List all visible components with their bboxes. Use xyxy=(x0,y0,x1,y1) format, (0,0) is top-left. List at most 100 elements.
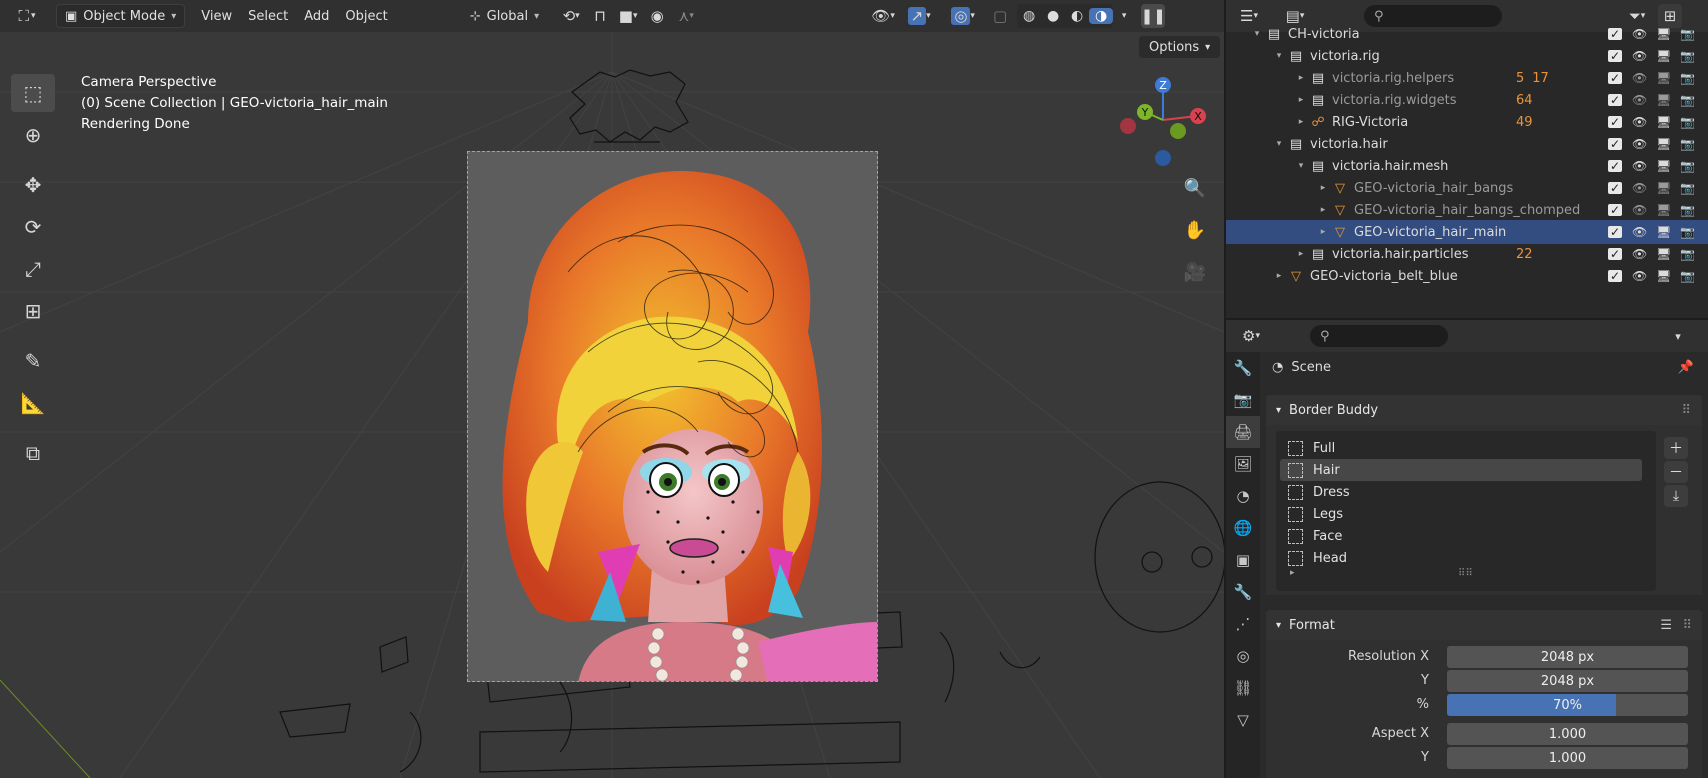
eye-icon[interactable]: 👁 xyxy=(1632,181,1647,195)
proportional-edit-icon[interactable]: ◉ xyxy=(645,4,669,28)
outliner-row[interactable]: ▾ ▤ victoria.rig ✓ 👁 🖥 📷 xyxy=(1226,44,1708,68)
menu-object[interactable]: Object xyxy=(337,4,395,28)
outliner-row[interactable]: ▸ ▤ victoria.rig.widgets 64 ✓ 👁 🖥 📷 xyxy=(1226,88,1708,112)
world-tab-icon[interactable]: 🌐 xyxy=(1226,512,1260,544)
render-camera-icon[interactable]: 📷 xyxy=(1680,203,1695,217)
border-list-item[interactable]: Dress xyxy=(1280,481,1642,503)
monitor-icon[interactable]: 🖥 xyxy=(1656,159,1671,173)
monitor-icon[interactable]: 🖥 xyxy=(1656,203,1671,217)
tool-tab-icon[interactable]: 🔧 xyxy=(1226,352,1260,384)
exclude-checkbox[interactable]: ✓ xyxy=(1608,93,1622,107)
gizmo-neg-y-axis[interactable] xyxy=(1170,123,1186,139)
render-camera-icon[interactable]: 📷 xyxy=(1680,27,1695,41)
eye-icon[interactable]: 👁 xyxy=(1632,247,1647,261)
exclude-checkbox[interactable]: ✓ xyxy=(1608,269,1622,283)
eye-icon[interactable]: 👁 xyxy=(1632,49,1647,63)
chevron-down-icon[interactable]: ▾ xyxy=(1668,324,1688,348)
border-buddy-panel-header[interactable]: ▾ Border Buddy ⠿ xyxy=(1266,395,1702,425)
render-camera-icon[interactable]: 📷 xyxy=(1680,137,1695,151)
import-item-icon[interactable]: ⤓ xyxy=(1664,485,1688,507)
exclude-checkbox[interactable]: ✓ xyxy=(1608,71,1622,85)
exclude-checkbox[interactable]: ✓ xyxy=(1608,181,1622,195)
falloff-icon[interactable]: ⋏ ▾ xyxy=(669,4,703,28)
eye-icon[interactable]: 👁 xyxy=(1632,71,1647,85)
properties-search-input[interactable]: ⚲ xyxy=(1310,325,1448,347)
constraints-tab-icon[interactable]: ⛓ xyxy=(1226,672,1260,704)
eye-icon[interactable]: 👁 xyxy=(1632,115,1647,129)
outliner-row[interactable]: ▸ ▽ GEO-victoria_hair_bangs ✓ 👁 🖥 📷 xyxy=(1226,176,1708,200)
add-item-icon[interactable]: ＋ xyxy=(1664,437,1688,459)
scene-tab-icon[interactable]: ◔ xyxy=(1226,480,1260,512)
remove-item-icon[interactable]: － xyxy=(1664,461,1688,483)
options-dropdown[interactable]: Options ▾ xyxy=(1139,36,1221,58)
resolution-x-field[interactable]: 2048 px xyxy=(1447,646,1688,668)
shading-options-icon[interactable]: ▾ xyxy=(1113,4,1135,28)
expand-toggle-icon[interactable]: ▾ xyxy=(1250,29,1264,39)
output-tab-icon[interactable]: 🖨 xyxy=(1226,416,1260,448)
monitor-icon[interactable]: 🖥 xyxy=(1656,225,1671,239)
menu-add[interactable]: Add xyxy=(296,4,337,28)
render-camera-icon[interactable]: 📷 xyxy=(1680,71,1695,85)
monitor-icon[interactable]: 🖥 xyxy=(1656,269,1671,283)
monitor-icon[interactable]: 🖥 xyxy=(1656,181,1671,195)
outliner-row[interactable]: ▸ ▤ victoria.rig.helpers 5 17 ✓ 👁 🖥 📷 xyxy=(1226,66,1708,90)
pivot-point-icon[interactable]: ⟲ ▾ xyxy=(553,4,589,28)
exclude-checkbox[interactable]: ✓ xyxy=(1608,137,1622,151)
render-camera-icon[interactable]: 📷 xyxy=(1680,181,1695,195)
outliner-row[interactable]: ▸ ▽ GEO-victoria_belt_blue ✓ 👁 🖥 📷 xyxy=(1226,264,1708,288)
eye-icon[interactable]: 👁 xyxy=(1632,269,1647,283)
solid-shading-icon[interactable]: ● xyxy=(1041,8,1065,24)
orientation-dropdown[interactable]: ⊹ Global ▾ xyxy=(462,4,547,28)
eye-icon[interactable]: 👁 xyxy=(1632,225,1647,239)
monitor-icon[interactable]: 🖥 xyxy=(1656,93,1671,107)
scale-tool-icon[interactable]: ⤢ xyxy=(11,250,55,288)
border-list-item[interactable]: Head xyxy=(1280,547,1642,569)
pan-hand-icon[interactable]: ✋ xyxy=(1179,214,1211,246)
render-camera-icon[interactable]: 📷 xyxy=(1680,93,1695,107)
eye-icon[interactable]: 👁 xyxy=(1632,137,1647,151)
drag-handle-icon[interactable]: ⠿ xyxy=(1682,618,1692,633)
resolution-percent-slider[interactable]: 70% xyxy=(1447,694,1688,716)
render-camera-icon[interactable]: 📷 xyxy=(1680,225,1695,239)
list-resize-handle[interactable]: ⠿⠿ xyxy=(1458,568,1473,579)
xray-icon[interactable]: ▢ xyxy=(987,4,1013,28)
expand-toggle-icon[interactable]: ▸ xyxy=(1316,183,1330,193)
exclude-checkbox[interactable]: ✓ xyxy=(1608,27,1622,41)
overlays-toggle-icon[interactable]: ◎ ▾ xyxy=(945,4,981,28)
mode-dropdown[interactable]: ▣ Object Mode ▾ xyxy=(56,4,186,28)
format-panel-header[interactable]: ▾ Format ☰ ⠿ xyxy=(1266,610,1702,640)
monitor-icon[interactable]: 🖥 xyxy=(1656,137,1671,151)
outliner-row[interactable]: ▸ ▽ GEO-victoria_hair_bangs_chomped ✓ 👁 🖥 📷 xyxy=(1226,198,1708,222)
border-list-item[interactable]: Face xyxy=(1280,525,1642,547)
expand-toggle-icon[interactable]: ▾ xyxy=(1272,139,1286,149)
outliner-row[interactable]: ▾ ▤ CH-victoria ✓ 👁 🖥 📷 xyxy=(1226,22,1708,46)
eye-icon[interactable]: 👁 xyxy=(1632,203,1647,217)
render-camera-icon[interactable]: 📷 xyxy=(1680,247,1695,261)
expand-toggle-icon[interactable]: ▾ xyxy=(1294,161,1308,171)
gizmo-toggle-icon[interactable]: ↗ ▾ xyxy=(901,4,937,28)
navigation-gizmo[interactable]: Z X Y xyxy=(1115,74,1211,170)
transform-tool-icon[interactable]: ⊞ xyxy=(11,292,55,330)
particles-tab-icon[interactable]: ⋰ xyxy=(1226,608,1260,640)
outliner-row[interactable]: ▾ ▤ victoria.hair ✓ 👁 🖥 📷 xyxy=(1226,132,1708,156)
pause-render-icon[interactable]: ❚❚ xyxy=(1141,4,1166,28)
monitor-icon[interactable]: 🖥 xyxy=(1656,247,1671,261)
border-list-item[interactable]: Full xyxy=(1280,437,1642,459)
snap-target-icon[interactable]: ■ ▾ xyxy=(611,4,645,28)
measure-tool-icon[interactable]: 📐 xyxy=(11,384,55,422)
presets-list-icon[interactable]: ☰ xyxy=(1660,618,1672,633)
properties-editor-icon[interactable]: ⚙ ▾ xyxy=(1234,324,1268,348)
aspect-y-field[interactable]: 1.000 xyxy=(1447,747,1688,769)
exclude-checkbox[interactable]: ✓ xyxy=(1608,203,1622,217)
render-tab-icon[interactable]: 📷 xyxy=(1226,384,1260,416)
eye-icon[interactable]: 👁 xyxy=(1632,93,1647,107)
menu-view[interactable]: View xyxy=(193,4,240,28)
list-expand-icon[interactable]: ▸ xyxy=(1290,568,1295,578)
exclude-checkbox[interactable]: ✓ xyxy=(1608,49,1622,63)
rotate-tool-icon[interactable]: ⟳ xyxy=(11,208,55,246)
outliner-row[interactable]: ▸ ▽ GEO-victoria_hair_main ✓ 👁 🖥 📷 xyxy=(1226,220,1708,244)
rendered-shading-icon[interactable]: ◑ xyxy=(1089,8,1114,24)
render-camera-icon[interactable]: 📷 xyxy=(1680,49,1695,63)
3d-viewport[interactable]: ⛶ ▾ ▣ Object Mode ▾ View Select Add Objec… xyxy=(0,0,1224,778)
expand-toggle-icon[interactable]: ▸ xyxy=(1272,271,1286,281)
